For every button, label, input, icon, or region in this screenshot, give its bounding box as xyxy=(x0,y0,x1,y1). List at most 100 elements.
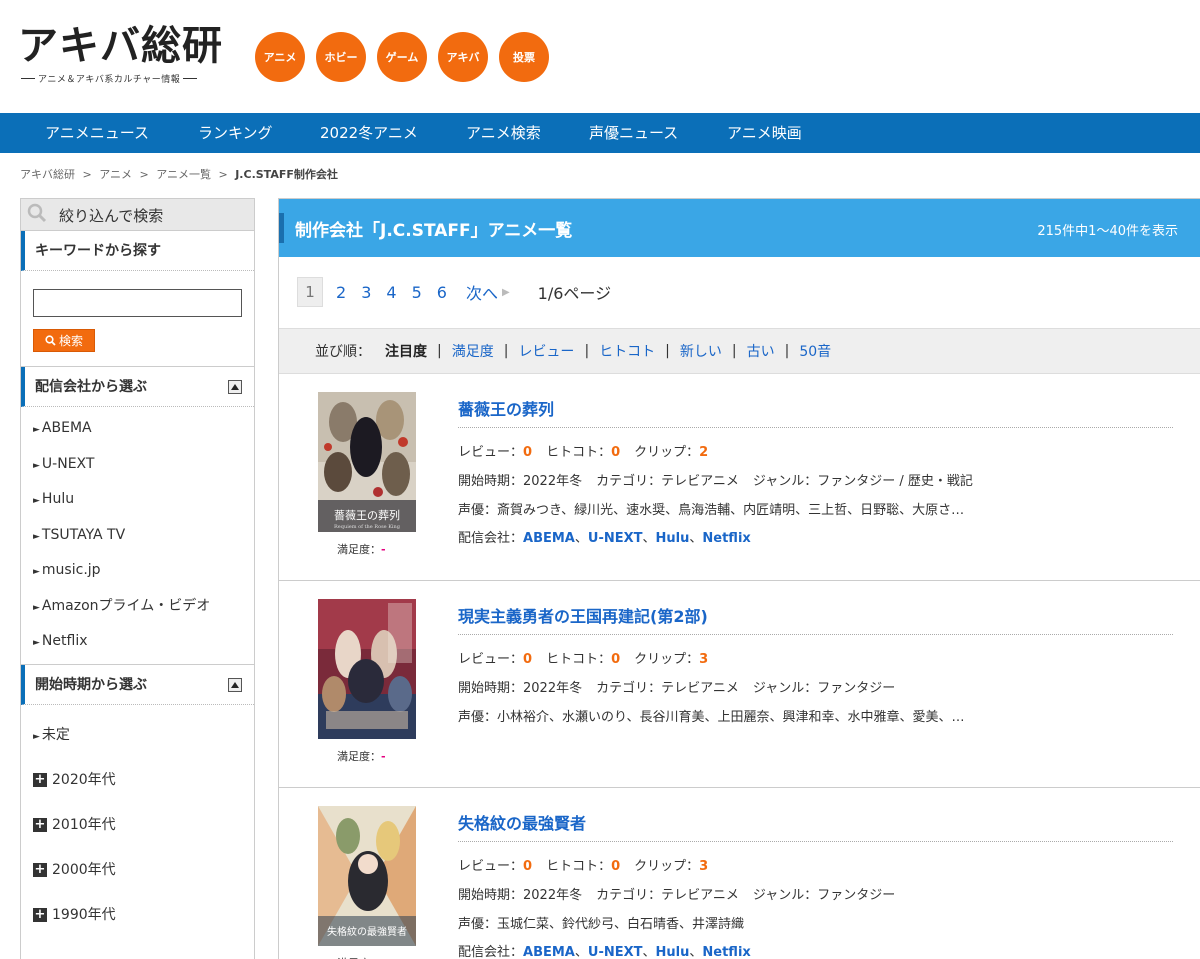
entry-stats: レビュー：0 ヒトコト：0 クリップ：2 xyxy=(458,445,709,460)
site-logo[interactable]: アキバ総研 アニメ＆アキバ系カルチャー情報 xyxy=(18,24,233,88)
keyword-input[interactable] xyxy=(33,289,242,317)
sort-hitokoto[interactable]: ヒトコト xyxy=(599,341,655,361)
chevron-right-icon: ▶ xyxy=(501,286,510,298)
sort-satisfaction[interactable]: 満足度 xyxy=(452,341,494,361)
sort-kana[interactable]: 50音 xyxy=(799,341,831,361)
anime-title-link[interactable]: 失格紋の最強賢者 xyxy=(458,810,586,834)
result-count: 215件中1～40件を表示 xyxy=(1037,224,1178,239)
arrow-right-icon: ► xyxy=(33,425,40,435)
distributor-link[interactable]: U-NEXT xyxy=(588,945,643,959)
anime-title-link[interactable]: 現実主義勇者の王国再建記(第2部) xyxy=(458,603,708,627)
category-akiba-button[interactable]: アキバ xyxy=(438,32,488,82)
arrow-right-icon: ► xyxy=(33,531,40,542)
triangle-up-icon xyxy=(231,384,239,390)
distributor-netflix[interactable]: ► Netflix xyxy=(21,624,254,660)
entry-cast: 声優：玉城仁菜、鈴代紗弓、白石晴香、井澤詩織 xyxy=(458,917,745,932)
magnifier-icon xyxy=(27,203,47,223)
breadcrumb-anime[interactable]: アニメ xyxy=(99,168,132,181)
distributor-link[interactable]: U-NEXT xyxy=(588,531,643,546)
anime-entry: 失格紋の最強賢者 満足度：- 失格紋の最強賢者 レビュー：0ヒトコト：0クリップ… xyxy=(279,788,1200,959)
nav-anime-movie[interactable]: アニメ映画 xyxy=(727,113,802,153)
collapse-period-button[interactable] xyxy=(228,677,242,692)
entry-distributors: 配信会社：ABEMA、U-NEXT、Hulu、Netflix xyxy=(458,945,751,959)
distributor-u-next[interactable]: ► U-NEXT xyxy=(21,447,254,483)
page-link-4[interactable]: 4 xyxy=(386,283,396,302)
poster-image[interactable]: 薔薇王の葬列 Requiem of the Rose King xyxy=(318,392,416,532)
arrow-right-icon: ► xyxy=(33,731,40,742)
search-icon xyxy=(45,335,56,346)
entry-meta: 開始時期：2022年冬 カテゴリ：テレビアニメ ジャンル：ファンタジー xyxy=(458,888,896,903)
pagination: 1 2 3 4 5 6 次へ ▶ 1/6ページ xyxy=(297,277,611,307)
breadcrumb: アキバ総研 > アニメ > アニメ一覧 > J.C.STAFF制作会社 xyxy=(20,168,338,181)
nav-2022-winter-anime[interactable]: 2022冬アニメ xyxy=(320,113,418,153)
category-hobby-button[interactable]: ホビー xyxy=(316,32,366,82)
page-link-3[interactable]: 3 xyxy=(361,283,371,302)
keyword-section-title: キーワードから探す xyxy=(21,231,254,271)
sort-newest[interactable]: 新しい xyxy=(680,341,722,361)
distributor-music-jp[interactable]: ► music.jp xyxy=(21,553,254,589)
distributor-link[interactable]: ABEMA xyxy=(523,945,575,959)
entry-cast: 声優：斎賀みつき、緑川光、速水奨、鳥海浩輔、内匠靖明、三上哲、日野聡、大原さ… xyxy=(458,503,965,518)
arrow-right-icon: ► xyxy=(33,496,40,506)
distributor-section-title: 配信会社から選ぶ xyxy=(21,367,254,407)
plus-icon: + xyxy=(33,862,47,877)
page-link-2[interactable]: 2 xyxy=(336,283,346,302)
category-game-button[interactable]: ゲーム xyxy=(377,32,427,82)
distributor-amazon-prime[interactable]: ► Amazonプライム・ビデオ xyxy=(21,589,254,625)
distributor-tsutaya-tv[interactable]: ► TSUTAYA TV xyxy=(21,518,254,554)
period-undecided[interactable]: ► 未定 xyxy=(21,713,254,758)
sidebar-header: 絞り込んで検索 xyxy=(21,199,254,231)
arrow-right-icon: ► xyxy=(33,567,40,577)
entry-meta: 開始時期：2022年冬 カテゴリ：テレビアニメ ジャンル：ファンタジー / 歴史・戦… xyxy=(458,474,973,489)
sort-label: 並び順： xyxy=(315,344,371,360)
distributor-link[interactable]: ABEMA xyxy=(523,531,575,546)
breadcrumb-anime-list[interactable]: アニメ一覧 xyxy=(156,168,211,181)
sort-oldest[interactable]: 古い xyxy=(747,341,775,361)
poster-image[interactable]: 失格紋の最強賢者 xyxy=(318,806,416,946)
collapse-distributor-button[interactable] xyxy=(228,380,242,394)
arrow-right-icon: ► xyxy=(33,638,40,648)
nav-voice-actor-news[interactable]: 声優ニュース xyxy=(589,113,678,153)
satisfaction: 満足度：- xyxy=(337,750,386,763)
site-header: アキバ総研 アニメ＆アキバ系カルチャー情報 アニメ ホビー ゲーム アキバ 投票 xyxy=(0,0,1200,113)
entry-stats: レビュー：0 ヒトコト：0 クリップ：3 xyxy=(458,859,709,874)
distributor-link[interactable]: Netflix xyxy=(702,531,750,546)
list-header: 制作会社「J.C.STAFF」アニメ一覧 215件中1～40件を表示 xyxy=(279,199,1200,257)
distributor-link[interactable]: Hulu xyxy=(656,531,690,546)
anime-title-link[interactable]: 薔薇王の葬列 xyxy=(458,396,554,420)
anime-list-panel: 制作会社「J.C.STAFF」アニメ一覧 215件中1～40件を表示 1 2 3… xyxy=(278,198,1200,959)
nav-anime-news[interactable]: アニメニュース xyxy=(45,113,149,153)
poster-image[interactable] xyxy=(318,599,416,739)
anime-entry: 満足度：- 現実主義勇者の王国再建記(第2部) レビュー：0 ヒトコト：0 クリップ… xyxy=(279,581,1200,788)
nav-anime-search[interactable]: アニメ検索 xyxy=(466,113,541,153)
category-anime-button[interactable]: アニメ xyxy=(255,32,305,82)
main-nav: アニメニュース ランキング 2022冬アニメ アニメ検索 声優ニュース アニメ映… xyxy=(0,113,1200,153)
triangle-up-icon xyxy=(231,681,239,688)
breadcrumb-home[interactable]: アキバ総研 xyxy=(20,168,75,181)
search-button[interactable]: 検索 xyxy=(33,329,95,352)
period-2000s[interactable]: +2000年代 xyxy=(21,848,254,893)
svg-text:薔薇王の葬列: 薔薇王の葬列 xyxy=(334,508,400,522)
sort-review[interactable]: レビュー xyxy=(518,341,574,361)
category-vote-button[interactable]: 投票 xyxy=(499,32,549,82)
period-2020s[interactable]: +2020年代 xyxy=(21,758,254,803)
period-1990s[interactable]: +1990年代 xyxy=(21,893,254,938)
page-link-6[interactable]: 6 xyxy=(437,283,447,302)
distributor-abema[interactable]: ► ABEMA xyxy=(21,411,254,447)
distributor-link[interactable]: Netflix xyxy=(702,945,750,959)
nav-ranking[interactable]: ランキング xyxy=(198,113,273,153)
period-2010s[interactable]: +2010年代 xyxy=(21,803,254,848)
plus-icon: + xyxy=(33,772,47,787)
next-page-link[interactable]: 次へ xyxy=(466,280,498,304)
entry-stats: レビュー：0 ヒトコト：0 クリップ：3 xyxy=(458,652,709,667)
page-status: 1/6ページ xyxy=(537,284,612,303)
entry-cast: 声優：小林裕介、水瀬いのり、長谷川育美、上田麗奈、興津和幸、水中雅章、愛美、… xyxy=(458,710,965,725)
distributor-link[interactable]: Hulu xyxy=(656,945,690,959)
satisfaction: 満足度：- xyxy=(337,955,386,959)
distributor-hulu[interactable]: ► Hulu xyxy=(21,482,254,518)
period-section-title: 開始時期から選ぶ xyxy=(21,664,254,705)
distributor-list: ► ABEMA ► U-NEXT ► Hulu ► TSUTAYA TV ► music.… xyxy=(21,407,254,665)
page-link-5[interactable]: 5 xyxy=(412,283,422,302)
logo-tagline: アニメ＆アキバ系カルチャー情報 xyxy=(18,72,233,85)
satisfaction: 満足度：- xyxy=(337,543,386,556)
